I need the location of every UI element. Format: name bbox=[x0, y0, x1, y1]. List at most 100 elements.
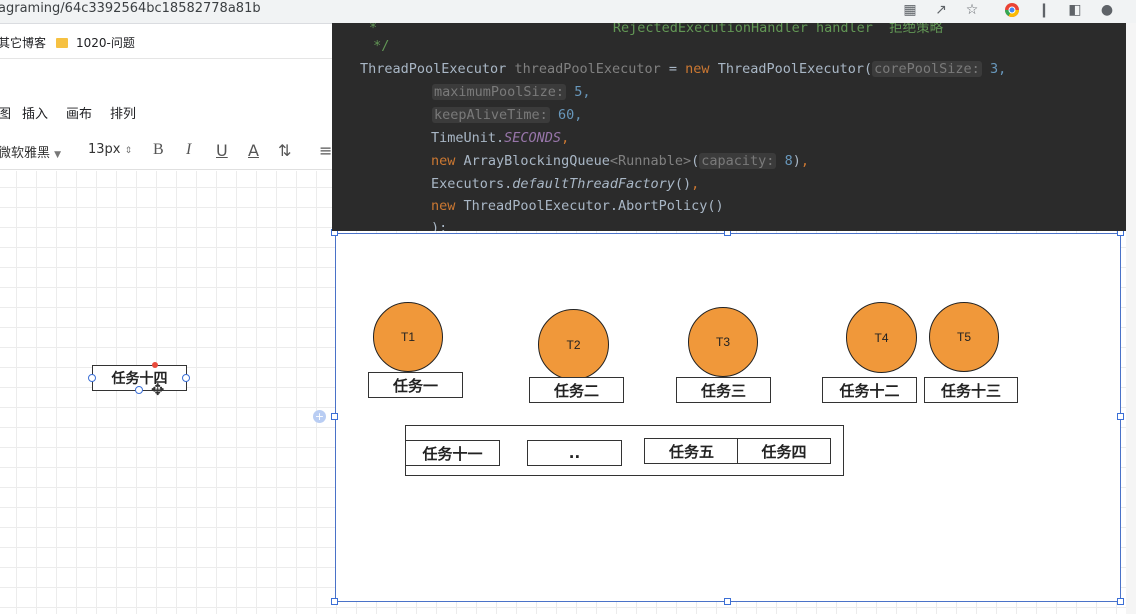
param-hint: maximumPoolSize: bbox=[432, 84, 567, 100]
code-editor-overlay[interactable]: * RejectedExecutionHandler handler 拒绝策略 … bbox=[332, 23, 1126, 231]
stepper-icon: ⇕ bbox=[124, 146, 133, 156]
resize-handle[interactable] bbox=[1117, 413, 1124, 420]
code-token: ArrayBlockingQueue bbox=[463, 153, 610, 169]
resize-handle[interactable] bbox=[135, 386, 143, 394]
code-token: 60, bbox=[557, 107, 583, 123]
code-token: ThreadPoolExecutor bbox=[360, 61, 507, 77]
menu-item[interactable]: 图 bbox=[0, 103, 11, 122]
browser-address-bar[interactable]: agraming/64c3392564bc18582778a81b ▦ ↗ ☆ … bbox=[0, 0, 1136, 24]
resize-handle[interactable] bbox=[182, 374, 190, 382]
thread-label: T1 bbox=[400, 330, 415, 344]
thread-circle[interactable]: T5 bbox=[929, 302, 999, 372]
add-connection-icon[interactable]: + bbox=[313, 410, 326, 423]
menu-arrange[interactable]: 排列 bbox=[110, 103, 136, 122]
resize-handle[interactable] bbox=[331, 598, 338, 605]
thread-pool-frame[interactable] bbox=[335, 233, 1121, 602]
code-token: threadPoolExecutor bbox=[514, 61, 661, 77]
thread-label: T3 bbox=[715, 335, 730, 349]
italic-icon[interactable]: I bbox=[186, 141, 191, 159]
code-token: ThreadPoolExecutor( bbox=[717, 61, 873, 77]
font-family-value: 微软雅黑 bbox=[0, 146, 51, 161]
thread-circle[interactable]: T2 bbox=[538, 309, 609, 380]
font-color-icon[interactable]: A bbox=[248, 141, 259, 160]
screen: agraming/64c3392564bc18582778a81b ▦ ↗ ☆ … bbox=[0, 0, 1136, 614]
bookmark-1020[interactable]: 1020-问题 bbox=[56, 34, 135, 51]
puzzle-icon[interactable]: ❙ bbox=[1035, 1, 1053, 19]
running-task-box[interactable]: 任务十三 bbox=[924, 377, 1018, 403]
code-line: maximumPoolSize: 5, bbox=[432, 84, 590, 100]
code-token: new bbox=[431, 153, 456, 169]
align-icon[interactable]: ≡ bbox=[319, 141, 332, 160]
code-token: 8 bbox=[784, 153, 793, 169]
queue-task-box[interactable]: .. bbox=[527, 440, 622, 466]
running-task-box[interactable]: 任务三 bbox=[676, 377, 771, 403]
resize-handle[interactable] bbox=[724, 598, 731, 605]
queue-task-box[interactable]: 任务十一 bbox=[405, 440, 500, 466]
thread-label: T2 bbox=[566, 337, 581, 352]
menu-insert[interactable]: 插入 bbox=[22, 103, 48, 122]
font-size-value: 13px bbox=[88, 142, 121, 157]
thread-circle[interactable]: T1 bbox=[373, 302, 443, 372]
resize-handle[interactable] bbox=[331, 413, 338, 420]
font-size-stepper[interactable]: 13px ⇕ bbox=[88, 142, 132, 157]
code-comment-line: */ bbox=[365, 38, 390, 54]
queue-task-box[interactable]: 任务四 bbox=[737, 438, 831, 464]
task-label: 任务十一 bbox=[422, 444, 483, 463]
code-token: TimeUnit. bbox=[431, 130, 505, 146]
format-toolbar: 微软雅黑 ▼ 13px ⇕ B I U A ⇅ ≡ bbox=[0, 136, 340, 170]
code-token: <Runnable> bbox=[609, 153, 692, 169]
code-line: Executors.defaultThreadFactory(), bbox=[431, 176, 700, 192]
code-line: TimeUnit.SECONDS, bbox=[431, 130, 570, 146]
drawio-menubar: 图 插入 画布 排列 bbox=[0, 98, 340, 126]
code-line-declaration: ThreadPoolExecutor threadPoolExecutor = … bbox=[360, 61, 1007, 77]
bookmark-other-blogs[interactable]: 其它博客 bbox=[0, 34, 46, 51]
scroll-gutter bbox=[1126, 23, 1136, 614]
running-task-box[interactable]: 任务二 bbox=[529, 377, 624, 403]
queue-task-box[interactable]: 任务五 bbox=[644, 438, 739, 464]
line-spacing-icon[interactable]: ⇅ bbox=[278, 141, 291, 160]
thread-label: T4 bbox=[874, 330, 889, 345]
param-hint: keepAliveTime: bbox=[432, 107, 550, 123]
param-hint: corePoolSize: bbox=[872, 61, 982, 77]
code-line: ); bbox=[431, 220, 447, 231]
bold-icon[interactable]: B bbox=[153, 141, 164, 159]
resize-handle[interactable] bbox=[88, 374, 96, 382]
url-text[interactable]: agraming/64c3392564bc18582778a81b bbox=[0, 1, 261, 16]
code-token: ); bbox=[431, 220, 448, 231]
profile-icon[interactable]: ● bbox=[1098, 1, 1116, 19]
move-cursor-icon: ✥ bbox=[151, 380, 165, 399]
task-label: 任务四 bbox=[761, 442, 807, 461]
thread-circle[interactable]: T3 bbox=[688, 307, 758, 377]
rotate-handle[interactable] bbox=[152, 362, 158, 368]
share-icon[interactable]: ↗ bbox=[932, 1, 950, 19]
clipboard-icon[interactable]: ▦ bbox=[901, 1, 919, 19]
star-icon[interactable]: ☆ bbox=[963, 1, 981, 19]
task-label: 任务一 bbox=[392, 376, 438, 395]
menu-canvas[interactable]: 画布 bbox=[66, 103, 92, 122]
resize-handle[interactable] bbox=[1117, 598, 1124, 605]
code-line: keepAliveTime: 60, bbox=[432, 107, 582, 123]
param-hint: capacity: bbox=[699, 153, 777, 169]
thread-circle[interactable]: T4 bbox=[846, 302, 917, 373]
running-task-box[interactable]: 任务十二 bbox=[822, 377, 917, 403]
code-token: Executors. bbox=[431, 176, 513, 192]
code-token: new bbox=[431, 198, 456, 214]
chrome-extension-icon[interactable] bbox=[1003, 1, 1021, 19]
task-label: 任务十二 bbox=[839, 381, 900, 400]
chevron-down-icon: ▼ bbox=[54, 150, 62, 160]
task-label: 任务五 bbox=[668, 442, 714, 461]
code-token: 5, bbox=[574, 84, 591, 100]
code-token: 3, bbox=[989, 61, 1007, 77]
code-line: new ThreadPoolExecutor.AbortPolicy() bbox=[431, 198, 724, 214]
folder-icon bbox=[56, 38, 68, 48]
code-token: defaultThreadFactory bbox=[512, 176, 675, 192]
thread-label: T5 bbox=[956, 330, 971, 344]
sidepanel-icon[interactable]: ◧ bbox=[1066, 1, 1084, 19]
code-token: new bbox=[685, 61, 710, 77]
running-task-box[interactable]: 任务一 bbox=[368, 372, 463, 398]
underline-icon[interactable]: U bbox=[216, 141, 228, 160]
task-label: 任务二 bbox=[553, 381, 599, 400]
code-token: SECONDS bbox=[504, 130, 562, 146]
task-label: 任务十三 bbox=[940, 381, 1001, 400]
font-family-select[interactable]: 微软雅黑 ▼ bbox=[0, 142, 61, 161]
